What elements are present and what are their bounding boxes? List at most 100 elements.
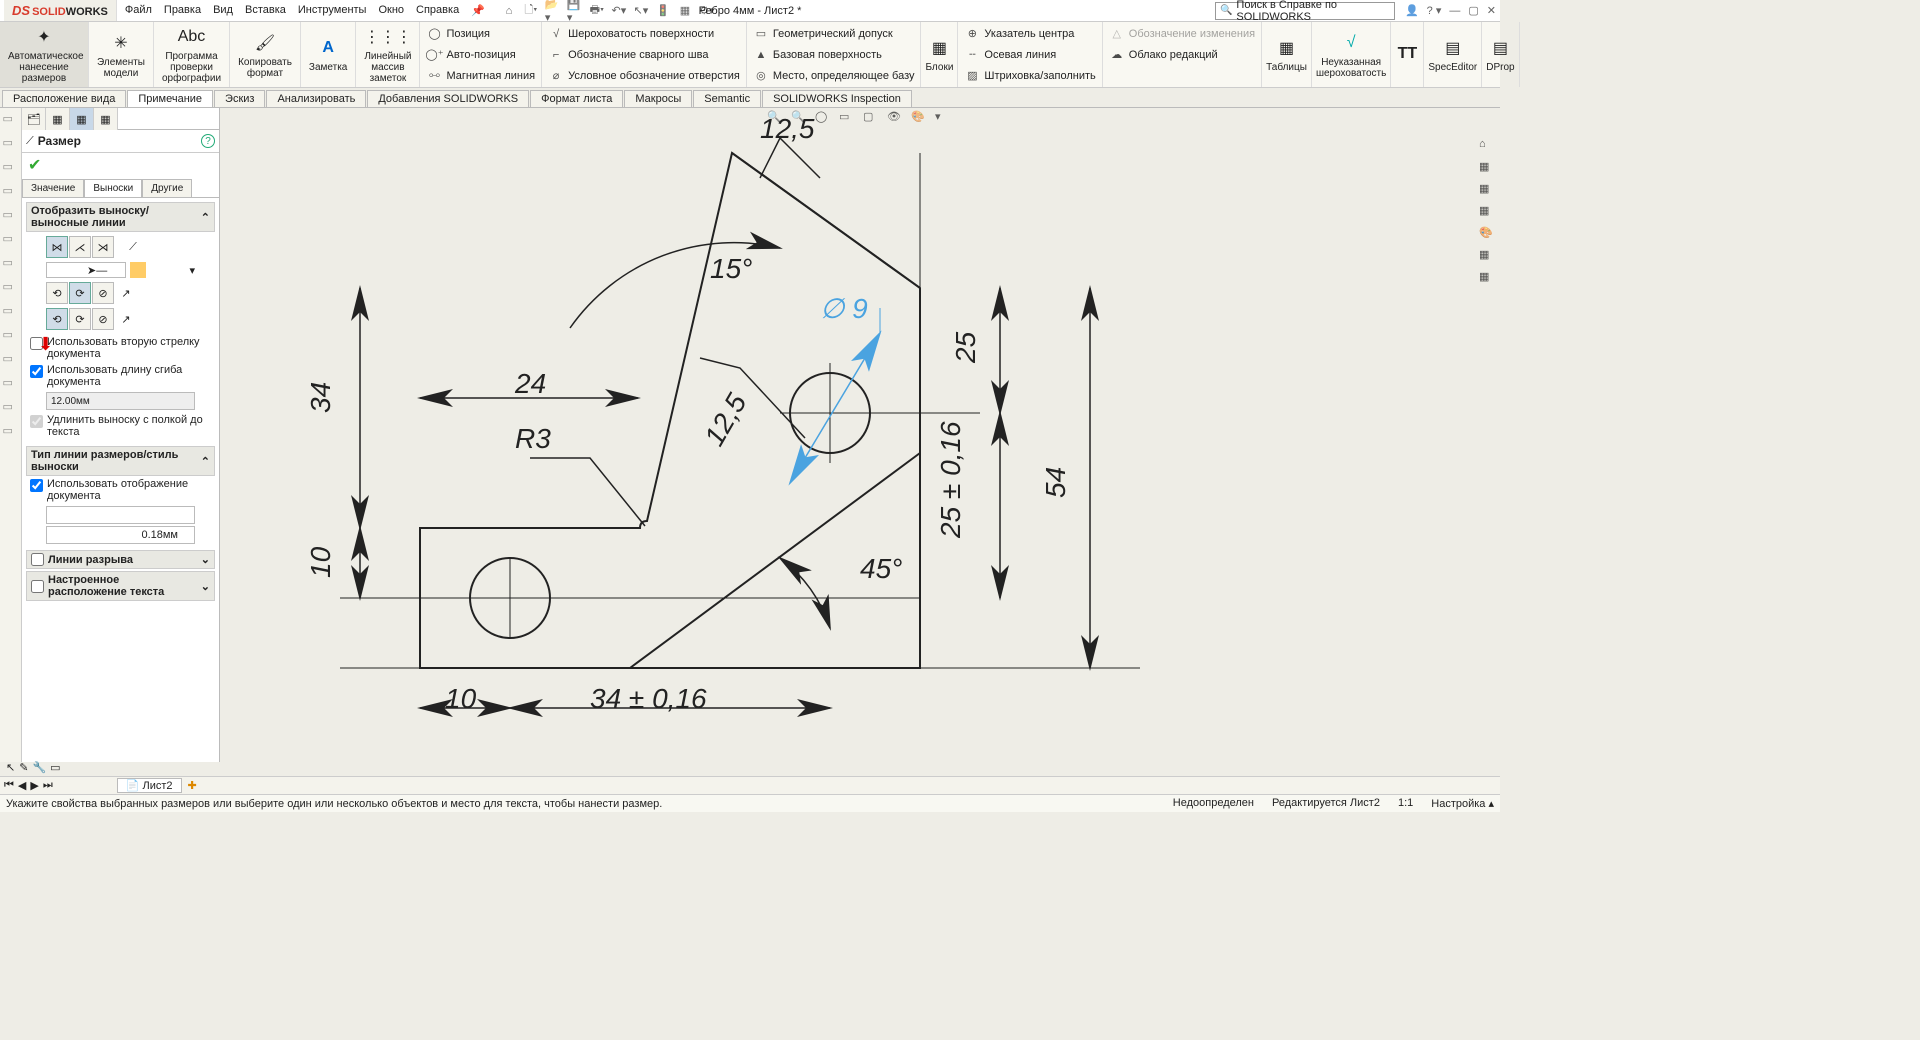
save-icon[interactable]: 💾▾ [567,3,583,19]
cmd-centerline[interactable]: ╌Осевая линия [964,45,1095,64]
search-input[interactable]: 🔍 Поиск в Справке по SOLIDWORKS [1215,2,1395,20]
cmd-datum[interactable]: ▲Базовая поверхность [753,45,915,64]
resources-icon[interactable]: ▦ [1479,160,1497,178]
lb-icon[interactable]: ▭ [3,352,19,368]
ctx-icon[interactable]: ↖ [6,761,15,774]
lb-icon[interactable]: ▭ [3,280,19,296]
folder-icon[interactable] [130,262,146,278]
status-settings[interactable]: Настройка ▴ [1431,797,1494,810]
home-icon[interactable]: ⌂ [1479,138,1497,156]
chk-use-doc-display[interactable]: Использовать отображение документа [26,476,215,504]
cmd-blocks[interactable]: ▦Блоки [921,22,958,87]
minimize-icon[interactable]: — [1449,5,1460,17]
cmd-autoballoon[interactable]: ◯⁺Авто-позиция [426,45,535,64]
arrow-leader[interactable]: ↗ [115,282,137,304]
new-icon[interactable]: 🗋▾ [523,3,539,19]
design-lib-icon[interactable]: ▦ [1479,182,1497,200]
cmd-tt[interactable]: TT [1391,22,1424,87]
home-icon[interactable]: ⌂ [501,3,517,19]
help-icon[interactable]: ? ▾ [1427,4,1442,17]
section-leader-display[interactable]: Отобразить выноску/выносные линии⌃ [26,202,215,232]
add-sheet-icon[interactable]: ✚ [188,779,197,792]
cmd-datum-target[interactable]: ◎Место, определяющее базу [753,66,915,85]
section-line-style[interactable]: Тип линии размеров/стиль выноски⌃ [26,446,215,476]
arrow-out[interactable]: ⟲ [46,282,68,304]
print-icon[interactable]: 🖶▾ [589,3,605,19]
restore-icon[interactable]: ▢ [1468,4,1478,17]
subtab-other[interactable]: Другие [142,179,192,197]
rebuild-icon[interactable]: 🚦 [655,3,671,19]
arrow2-out[interactable]: ⟲ [46,308,68,330]
tab-semantic[interactable]: Semantic [693,90,761,107]
view-palette-icon[interactable]: 🎨 [1479,226,1497,244]
tab-addins[interactable]: Добавления SOLIDWORKS [367,90,529,107]
witness-style-2[interactable]: ⋌ [69,236,91,258]
menu-pushpin-icon[interactable]: 📌 [471,4,485,17]
lb-icon[interactable]: ▭ [3,184,19,200]
tab-inspection[interactable]: SOLIDWORKS Inspection [762,90,912,107]
cmd-auto-dimension[interactable]: ✦Автоматическое нанесение размеров [0,22,89,87]
tab-sketch[interactable]: Эскиз [214,90,265,107]
chk-bend-length[interactable]: Использовать длину сгиба документа [26,362,215,390]
lb-icon[interactable]: ▭ [3,376,19,392]
arrow-in[interactable]: ⟳ [69,282,91,304]
paneltab-config[interactable]: ▦ [70,108,94,130]
lb-icon[interactable]: ▭ [3,160,19,176]
status-scale[interactable]: 1:1 [1398,797,1413,810]
undo-icon[interactable]: ↶▾ [611,3,627,19]
drawing-canvas[interactable]: 🔍 🔍 ◯ ▭ ▢ 👁 🎨 ▾ ⌂▦ ▦▦ 🎨▦ ▦ [220,108,1500,762]
lb-icon[interactable]: ▭ [3,424,19,440]
select-icon[interactable]: ↖▾ [633,3,649,19]
arrow-style-picker[interactable]: ➤— ▾ [46,262,195,278]
file-explorer-icon[interactable]: ▦ [1479,204,1497,222]
subtab-leaders[interactable]: Выноски [84,179,142,197]
tab-view-layout[interactable]: Расположение вида [2,90,126,107]
cmd-hole-callout[interactable]: ⌀Условное обозначение отверстия [548,66,740,85]
lb-icon[interactable]: ▭ [3,304,19,320]
menu-window[interactable]: Окно [378,4,404,17]
tab-macros[interactable]: Макросы [624,90,692,107]
cmd-magnetic-line[interactable]: ⧟Магнитная линия [426,66,535,85]
ctx-icon[interactable]: 🔧 [32,761,46,774]
options-icon[interactable]: ▦ [677,3,693,19]
custom-props-icon[interactable]: ▦ [1479,270,1497,288]
cmd-hatch[interactable]: ▨Штриховка/заполнить [964,66,1095,85]
cmd-balloon[interactable]: ◯Позиция [426,24,535,43]
lb-icon[interactable]: ▭ [3,400,19,416]
section-break-lines[interactable]: Линии разрыва⌄ [26,550,215,569]
paneltab-dimxpert[interactable]: ▦ [94,108,118,130]
arrow2-smart[interactable]: ⊘ [92,308,114,330]
lb-icon[interactable]: ▭ [3,232,19,248]
cmd-model-items[interactable]: ✳Элементы модели [89,22,154,87]
sheet-nav-prev[interactable]: ◀ [18,779,26,792]
lb-icon[interactable]: ▭ [3,208,19,224]
chk-second-arrow[interactable]: Использовать вторую стрелку документа [26,334,215,362]
open-icon[interactable]: 📂▾ [545,3,561,19]
cmd-weld-symbol[interactable]: ⌐Обозначение сварного шва [548,45,740,64]
sheet-nav-first[interactable]: ⏮ [4,779,14,792]
cmd-surface-finish[interactable]: √Шероховатость поверхности [548,24,740,43]
ctx-icon[interactable]: ▭ [50,761,60,774]
cmd-centermark[interactable]: ⊕Указатель центра [964,24,1095,43]
cmd-unspec-roughness[interactable]: √Неуказанная шероховатость [1312,22,1391,87]
arrow2-leader[interactable]: ↗ [115,308,137,330]
menu-insert[interactable]: Вставка [245,4,286,17]
cmd-note[interactable]: AЗаметка [301,22,356,87]
cmd-copy-format[interactable]: 🖌Копировать формат [230,22,301,87]
ok-button[interactable]: ✔ [22,153,219,177]
ctx-icon[interactable]: ✎ [19,761,28,774]
panel-help-icon[interactable]: ? [201,134,215,148]
user-icon[interactable]: 👤 [1405,4,1419,17]
cmd-tables[interactable]: ▦Таблицы [1262,22,1312,87]
cmd-spellcheck[interactable]: AbcПрограмма проверки орфографии [154,22,230,87]
close-icon[interactable]: ✕ [1487,4,1496,17]
arrow-smart[interactable]: ⊘ [92,282,114,304]
witness-style-1[interactable]: ⋈ [46,236,68,258]
sheet-nav-next[interactable]: ▶ [30,779,38,792]
witness-style-3[interactable]: ⋊ [92,236,114,258]
dropdown-line-weight[interactable]: 0.18мм [46,526,195,544]
section-custom-text-pos[interactable]: Настроенное расположение текста⌄ [26,571,215,601]
cmd-speceditor[interactable]: ▤SpecEditor [1424,22,1482,87]
arrow2-in[interactable]: ⟳ [69,308,91,330]
input-bend-length[interactable]: 12.00мм [46,392,195,410]
